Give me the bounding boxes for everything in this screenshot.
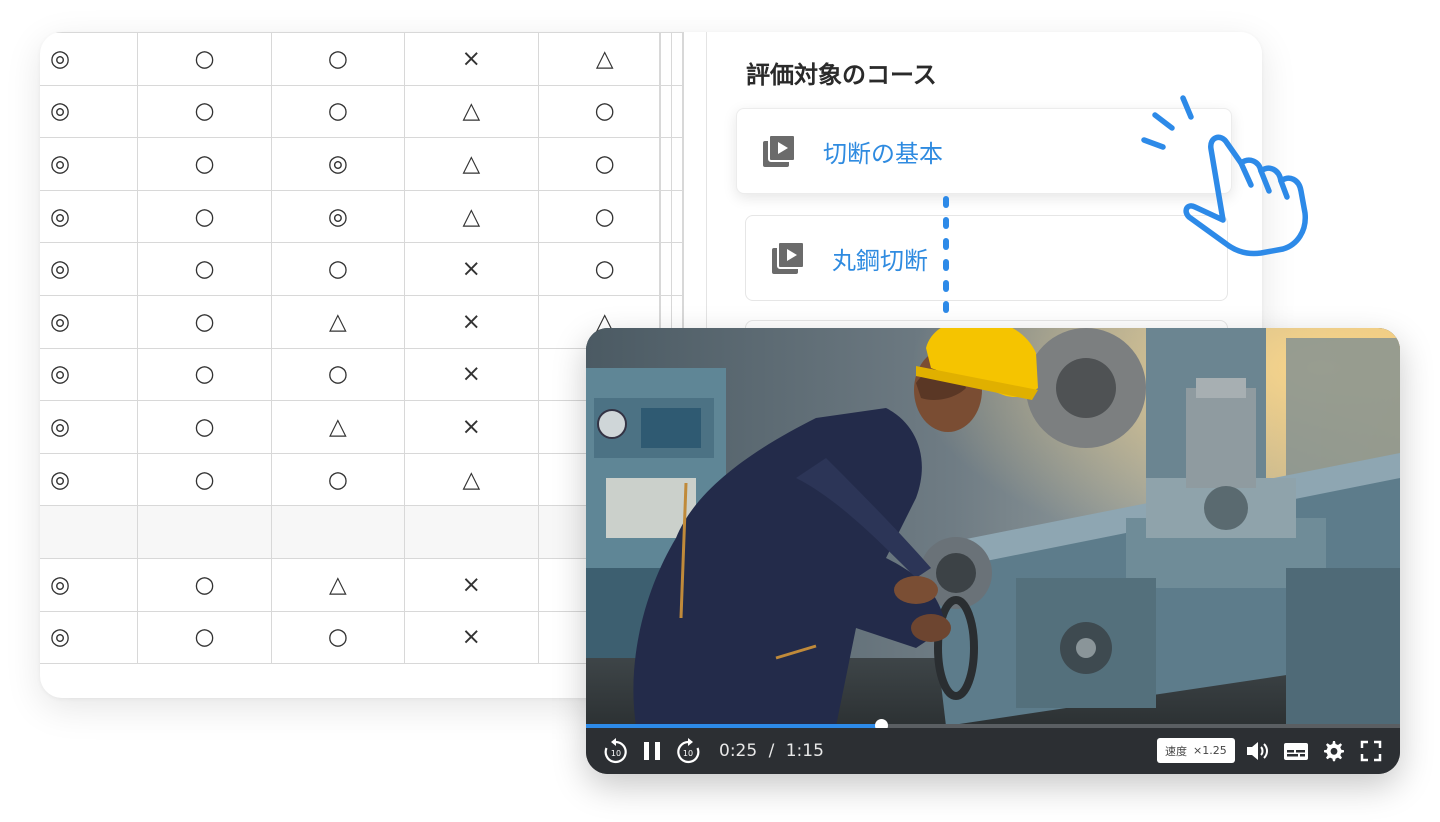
matrix-cell: × <box>404 242 539 296</box>
matrix-cell: ○ <box>271 242 406 296</box>
matrix-cell: △ <box>538 32 672 86</box>
matrix-cell: ○ <box>271 611 406 665</box>
matrix-cell: × <box>404 400 539 454</box>
speed-value: ×1.25 <box>1193 744 1227 757</box>
time-display: 0:25 / 1:15 <box>719 741 824 761</box>
settings-gear-icon[interactable] <box>1321 739 1345 763</box>
video-player[interactable]: 10 10 0:25 / 1:15 速度 ×1.25 <box>586 328 1400 774</box>
volume-icon[interactable] <box>1245 739 1271 763</box>
course-label: 丸鋼切断 <box>832 246 928 275</box>
matrix-cell: ○ <box>271 453 406 507</box>
playback-speed-button[interactable]: 速度 ×1.25 <box>1157 738 1235 763</box>
matrix-cell <box>40 505 139 559</box>
matrix-cell: ◎ <box>40 295 139 349</box>
matrix-cell: ◎ <box>40 242 139 296</box>
matrix-spacer-cell <box>671 137 684 191</box>
matrix-cell <box>404 505 539 559</box>
matrix-cell: ○ <box>538 85 672 139</box>
matrix-row: ◎ ○ ○ × △ <box>40 32 684 86</box>
matrix-spacer-cell <box>671 190 684 244</box>
pointing-hand-cursor-icon <box>1141 95 1308 257</box>
matrix-cell: ○ <box>137 137 272 191</box>
matrix-cell: ○ <box>271 32 406 86</box>
rewind-seconds-label: 10 <box>611 749 621 758</box>
matrix-cell: ○ <box>538 137 672 191</box>
matrix-cell: ○ <box>538 190 672 244</box>
matrix-cell: × <box>404 295 539 349</box>
matrix-cell: ○ <box>137 242 272 296</box>
matrix-cell: △ <box>404 85 539 139</box>
matrix-cell: ◎ <box>40 85 139 139</box>
matrix-cell: ◎ <box>271 190 406 244</box>
matrix-spacer-cell <box>671 242 684 296</box>
pause-icon[interactable] <box>640 739 664 763</box>
duration: 1:15 <box>785 741 824 761</box>
matrix-cell: ○ <box>271 348 406 402</box>
matrix-cell: ◎ <box>40 558 139 612</box>
matrix-cell: ○ <box>137 400 272 454</box>
matrix-cell: ○ <box>137 558 272 612</box>
matrix-cell: ○ <box>137 611 272 665</box>
current-time: 0:25 <box>719 741 758 761</box>
matrix-cell: ○ <box>137 453 272 507</box>
fullscreen-icon[interactable] <box>1359 739 1383 763</box>
forward-seconds-label: 10 <box>683 749 693 758</box>
matrix-row: ◎ ○ ◎ △ ○ <box>40 190 684 244</box>
matrix-cell <box>271 505 406 559</box>
matrix-cell: △ <box>404 137 539 191</box>
matrix-row: ◎ ○ ◎ △ ○ <box>40 137 684 191</box>
rewind-10-icon[interactable]: 10 <box>602 737 630 765</box>
connector-dots <box>943 196 949 322</box>
matrix-cell: ◎ <box>40 190 139 244</box>
matrix-cell: ○ <box>137 85 272 139</box>
matrix-cell: × <box>404 611 539 665</box>
matrix-cell: △ <box>271 558 406 612</box>
matrix-cell: ○ <box>137 295 272 349</box>
matrix-cell: △ <box>271 400 406 454</box>
matrix-row: ◎ ○ ○ × ○ <box>40 242 684 296</box>
video-frame-lathe-worker <box>586 328 1400 726</box>
matrix-cell: △ <box>271 295 406 349</box>
subtitles-icon[interactable] <box>1283 739 1309 763</box>
matrix-cell: ◎ <box>271 137 406 191</box>
video-library-icon <box>772 241 805 274</box>
video-library-icon <box>763 134 796 167</box>
matrix-cell: ○ <box>271 85 406 139</box>
matrix-cell <box>137 505 272 559</box>
course-label: 切断の基本 <box>823 139 943 168</box>
matrix-cell: × <box>404 558 539 612</box>
course-panel-heading: 評価対象のコース <box>746 61 937 89</box>
matrix-row: ◎ ○ ○ △ ○ <box>40 85 684 139</box>
matrix-cell: ○ <box>137 32 272 86</box>
matrix-cell: ◎ <box>40 137 139 191</box>
matrix-spacer-cell <box>671 85 684 139</box>
player-controls: 10 10 0:25 / 1:15 速度 ×1.25 <box>586 728 1400 774</box>
forward-10-icon[interactable]: 10 <box>674 737 702 765</box>
matrix-cell: ◎ <box>40 32 139 86</box>
matrix-cell: ◎ <box>40 453 139 507</box>
matrix-cell: ◎ <box>40 400 139 454</box>
matrix-cell: × <box>404 348 539 402</box>
matrix-cell: ○ <box>137 190 272 244</box>
matrix-spacer-cell <box>671 32 684 86</box>
matrix-cell: △ <box>404 190 539 244</box>
matrix-cell: ◎ <box>40 348 139 402</box>
matrix-cell: × <box>404 32 539 86</box>
matrix-cell: ○ <box>137 348 272 402</box>
matrix-cell: △ <box>404 453 539 507</box>
matrix-cell: ○ <box>538 242 672 296</box>
matrix-cell: ◎ <box>40 611 139 665</box>
speed-label: 速度 <box>1165 744 1187 758</box>
time-separator: / <box>768 741 775 761</box>
